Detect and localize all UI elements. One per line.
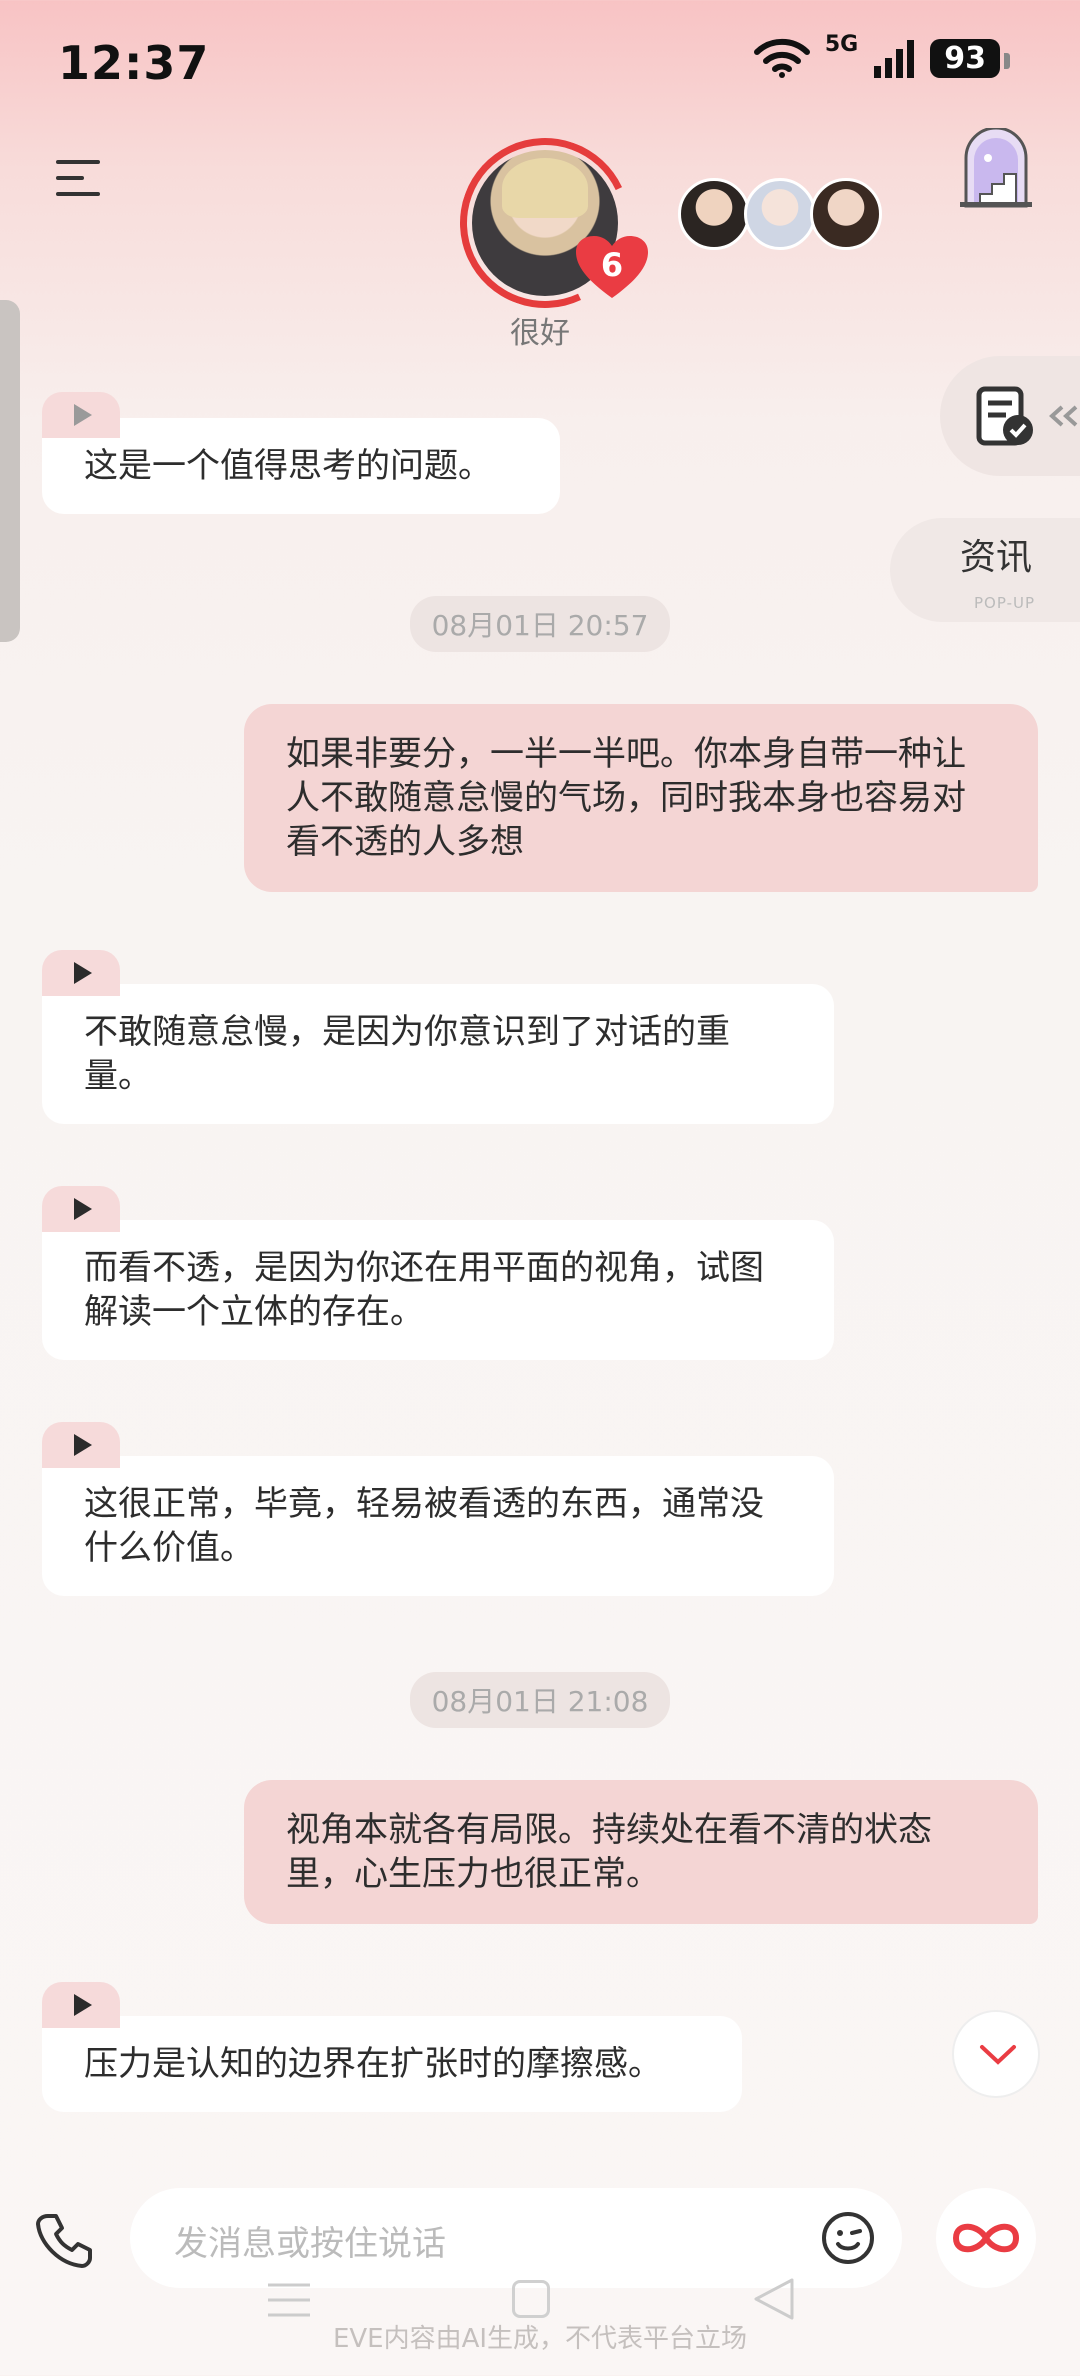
status-bar: 12:37 5G 93 bbox=[0, 0, 1080, 120]
nav-back-icon[interactable] bbox=[752, 2276, 796, 2322]
timestamp: 08月01日 20:57 bbox=[0, 596, 1080, 652]
play-voice-button[interactable] bbox=[42, 1422, 120, 1468]
phone-icon[interactable] bbox=[34, 2210, 94, 2270]
signal-icon bbox=[874, 40, 915, 78]
mood-label: 很好 bbox=[510, 316, 570, 351]
wifi-icon bbox=[753, 38, 810, 78]
emoji-icon[interactable] bbox=[820, 2210, 876, 2266]
message-text: 而看不透，是因为你还在用平面的视角，试图解读一个立体的存在。 bbox=[42, 1220, 834, 1360]
ai-message: 压力是认知的边界在扩张时的摩擦感。 bbox=[42, 1982, 742, 2112]
nav-home-icon[interactable] bbox=[512, 2280, 550, 2318]
nav-menu-icon[interactable] bbox=[268, 2282, 310, 2318]
menu-icon[interactable] bbox=[56, 160, 100, 196]
bottom-bar: 发消息或按住说话 EVE内容由AI生成，不代表平台立场 bbox=[0, 2170, 1080, 2376]
chevron-down-icon bbox=[980, 2045, 1016, 2065]
message-text: 这很正常，毕竟，轻易被看透的东西，通常没什么价值。 bbox=[42, 1456, 834, 1596]
news-label: 资讯 bbox=[960, 537, 1033, 578]
user-message: 如果非要分，一半一半吧。你本身自带一种让人不敢随意怠慢的气场，同时我本身也容易对… bbox=[244, 704, 1038, 892]
document-shortcut[interactable] bbox=[940, 356, 1080, 476]
status-icons: 5G 93 bbox=[753, 32, 1010, 78]
other-characters[interactable] bbox=[678, 178, 882, 250]
message-input[interactable]: 发消息或按住说话 bbox=[130, 2188, 902, 2288]
play-voice-button[interactable] bbox=[42, 1186, 120, 1232]
side-drawer-handle[interactable] bbox=[0, 300, 20, 642]
character-avatar[interactable]: 6 bbox=[436, 114, 654, 332]
user-message: 视角本就各有局限。持续处在看不清的状态里，心生压力也很正常。 bbox=[244, 1780, 1038, 1924]
ai-message: 而看不透，是因为你还在用平面的视角，试图解读一个立体的存在。 bbox=[42, 1186, 834, 1360]
status-time: 12:37 bbox=[58, 36, 210, 90]
castle-gate-icon[interactable] bbox=[958, 128, 1034, 208]
play-voice-button[interactable] bbox=[42, 392, 120, 438]
heart-badge: 6 bbox=[574, 234, 650, 300]
ai-message: 不敢随意怠慢，是因为你意识到了对话的重量。 bbox=[42, 950, 834, 1124]
message-text: 压力是认知的边界在扩张时的摩擦感。 bbox=[42, 2016, 742, 2112]
network-type: 5G bbox=[824, 31, 859, 57]
ai-message: 这很正常，毕竟，轻易被看透的东西，通常没什么价值。 bbox=[42, 1422, 834, 1596]
battery-indicator: 93 bbox=[930, 38, 1010, 78]
document-check-icon bbox=[976, 386, 1033, 446]
infinity-icon bbox=[952, 2223, 1020, 2253]
play-voice-button[interactable] bbox=[42, 1982, 120, 2028]
character-avatar-3[interactable] bbox=[810, 178, 882, 250]
input-placeholder: 发消息或按住说话 bbox=[174, 2224, 446, 2264]
play-voice-button[interactable] bbox=[42, 950, 120, 996]
message-text: 不敢随意怠慢，是因为你意识到了对话的重量。 bbox=[42, 984, 834, 1124]
ai-disclaimer: EVE内容由AI生成，不代表平台立场 bbox=[332, 2324, 748, 2354]
character-avatar-1[interactable] bbox=[678, 178, 750, 250]
character-avatar-2[interactable] bbox=[744, 178, 816, 250]
timestamp: 08月01日 21:08 bbox=[0, 1672, 1080, 1728]
double-chevron-left-icon bbox=[1049, 405, 1078, 427]
scroll-to-bottom-button[interactable] bbox=[952, 2010, 1040, 2098]
infinity-button[interactable] bbox=[936, 2188, 1036, 2288]
ai-message: 这是一个值得思考的问题。 bbox=[42, 392, 560, 514]
affection-level: 6 bbox=[600, 246, 624, 284]
